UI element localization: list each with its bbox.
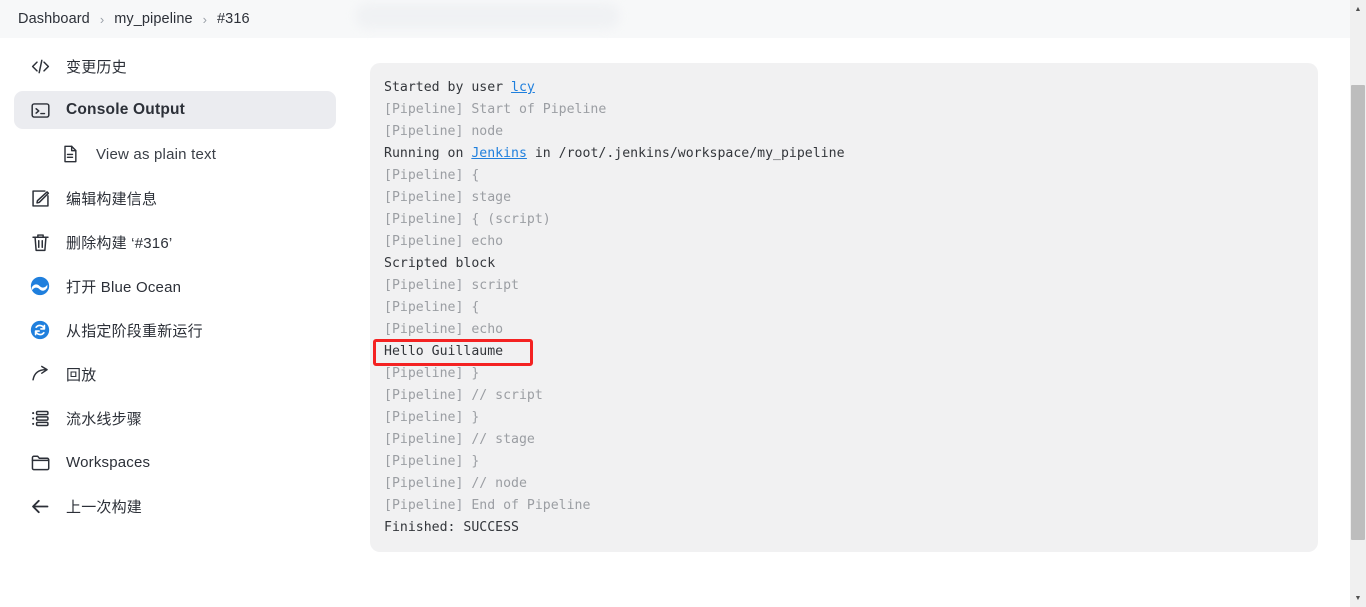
breadcrumb-my-pipeline[interactable]: my_pipeline — [114, 11, 192, 27]
sidebar: 变更历史 Console Output View as plain text 编辑构建… — [0, 38, 350, 607]
console-line-link[interactable]: lcy — [511, 80, 535, 95]
sidebar-item-label: 变更历史 — [66, 56, 127, 77]
sidebar-item-label: 流水线步骤 — [66, 408, 142, 429]
sidebar-item-delete-build[interactable]: 删除构建 ‘#316’ — [14, 223, 336, 261]
sidebar-item-edit-build-information[interactable]: 编辑构建信息 — [14, 179, 336, 217]
breadcrumb-separator-1: › — [100, 12, 104, 27]
console-line-text: Running on — [384, 146, 471, 161]
sidebar-item-label: Console Output — [66, 101, 185, 119]
console-line: Finished: SUCCESS — [384, 517, 1302, 539]
sidebar-item-label: Workspaces — [66, 454, 150, 471]
sidebar-item-previous-build[interactable]: 上一次构建 — [14, 487, 336, 525]
edit-icon — [28, 186, 52, 210]
console-line: [Pipeline] } — [384, 363, 1302, 385]
sidebar-item-label: 上一次构建 — [66, 496, 142, 517]
breadcrumb-build-number[interactable]: #316 — [217, 11, 250, 27]
console-line: [Pipeline] { — [384, 297, 1302, 319]
console-line: [Pipeline] echo — [384, 231, 1302, 253]
console-line-highlighted: Hello Guillaume — [384, 341, 1302, 363]
header-bar: Dashboard › my_pipeline › #316 — [0, 0, 1350, 38]
document-icon — [58, 142, 82, 166]
console-line-link[interactable]: Jenkins — [471, 146, 527, 161]
console-line: [Pipeline] script — [384, 275, 1302, 297]
sidebar-item-console-output[interactable]: Console Output — [14, 91, 336, 129]
console-line: [Pipeline] stage — [384, 187, 1302, 209]
console-line: [Pipeline] // node — [384, 473, 1302, 495]
console-line: [Pipeline] Start of Pipeline — [384, 99, 1302, 121]
sidebar-item-workspaces[interactable]: Workspaces — [14, 443, 336, 481]
blue-ocean-icon — [28, 274, 52, 298]
sidebar-item-open-blue-ocean[interactable]: 打开 Blue Ocean — [14, 267, 336, 305]
sidebar-item-changes[interactable]: 变更历史 — [14, 47, 336, 85]
console-line: [Pipeline] // stage — [384, 429, 1302, 451]
arrow-left-icon — [28, 494, 52, 518]
header-ghost-widget — [355, 3, 620, 29]
breadcrumb-dashboard[interactable]: Dashboard — [18, 11, 90, 27]
sidebar-item-label: 回放 — [66, 364, 96, 385]
sidebar-item-pipeline-steps[interactable]: 流水线步骤 — [14, 399, 336, 437]
sidebar-item-label: 打开 Blue Ocean — [66, 276, 181, 297]
console-line: [Pipeline] node — [384, 121, 1302, 143]
scrollbar-down-arrow[interactable]: ▼ — [1350, 590, 1366, 606]
console-line: [Pipeline] End of Pipeline — [384, 495, 1302, 517]
console-line-text: Started by user — [384, 80, 511, 95]
page-scrollbar[interactable]: ▲ ▼ — [1350, 0, 1366, 607]
replay-icon — [28, 362, 52, 386]
sidebar-item-label: 编辑构建信息 — [66, 188, 157, 209]
page-root: Dashboard › my_pipeline › #316 变更历史 Conso… — [0, 0, 1366, 607]
console-line: Started by user lcy — [384, 77, 1302, 99]
code-icon — [28, 54, 52, 78]
console-line: Scripted block — [384, 253, 1302, 275]
breadcrumb-separator-2: › — [203, 12, 207, 27]
console-line: [Pipeline] echo — [384, 319, 1302, 341]
sidebar-item-label: 从指定阶段重新运行 — [66, 320, 203, 341]
scrollbar-thumb[interactable] — [1351, 85, 1365, 540]
console-line: Running on Jenkins in /root/.jenkins/wor… — [384, 143, 1302, 165]
restart-icon — [28, 318, 52, 342]
folder-icon — [28, 450, 52, 474]
sidebar-item-restart-from-stage[interactable]: 从指定阶段重新运行 — [14, 311, 336, 349]
sidebar-item-view-plain-text[interactable]: View as plain text — [14, 135, 336, 173]
list-icon — [28, 406, 52, 430]
console-output-panel[interactable]: Started by user lcy[Pipeline] Start of P… — [370, 63, 1318, 552]
trash-icon — [28, 230, 52, 254]
sidebar-item-label: 删除构建 ‘#316’ — [66, 232, 172, 253]
console-line: [Pipeline] { — [384, 165, 1302, 187]
terminal-icon — [28, 98, 52, 122]
console-line: [Pipeline] } — [384, 451, 1302, 473]
console-line: [Pipeline] { (script) — [384, 209, 1302, 231]
console-line-text-after: in /root/.jenkins/workspace/my_pipeline — [527, 146, 845, 161]
console-line: [Pipeline] // script — [384, 385, 1302, 407]
scrollbar-up-arrow[interactable]: ▲ — [1350, 1, 1366, 17]
sidebar-item-label: View as plain text — [96, 146, 216, 163]
console-line: [Pipeline] } — [384, 407, 1302, 429]
sidebar-item-replay[interactable]: 回放 — [14, 355, 336, 393]
